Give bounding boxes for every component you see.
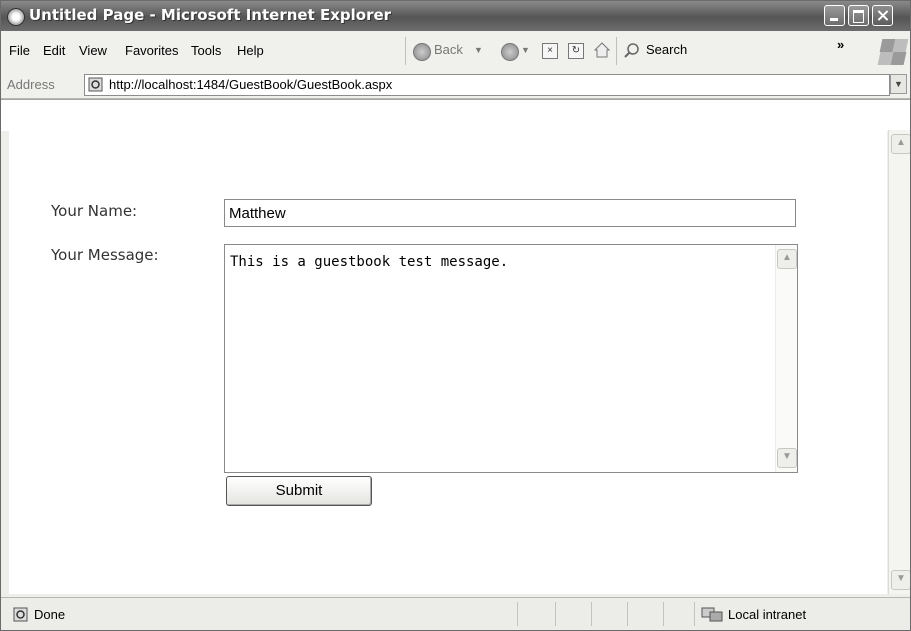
search-label: Search (646, 42, 688, 57)
close-button[interactable] (872, 5, 893, 26)
name-input[interactable]: Matthew (224, 199, 796, 227)
message-text: This is a guestbook test message. (230, 254, 509, 270)
window-title: Untitled Page - Microsoft Internet Explo… (29, 6, 392, 24)
back-dropdown-icon: ▼ (474, 45, 483, 55)
status-bar: Done Local intranet (1, 597, 910, 630)
toolbar-overflow-button[interactable]: » (837, 37, 844, 52)
page-done-icon (13, 607, 28, 622)
menu-bar: File Edit View Favorites Tools Help Back… (1, 31, 910, 72)
refresh-icon[interactable]: ↻ (568, 43, 584, 59)
page-top-strip (1, 99, 910, 131)
submit-button[interactable]: Submit (226, 476, 372, 506)
address-dropdown-icon[interactable]: ▼ (890, 74, 907, 94)
scroll-up-icon[interactable]: ▲ (777, 249, 797, 269)
menu-view[interactable]: View (79, 43, 107, 58)
browser-window: Untitled Page - Microsoft Internet Explo… (0, 0, 911, 631)
forward-dropdown-icon[interactable]: ▼ (521, 45, 530, 55)
back-label: Back (434, 42, 463, 57)
menu-help[interactable]: Help (237, 43, 264, 58)
search-icon (623, 42, 641, 60)
maximize-button[interactable] (848, 5, 869, 26)
status-divider (627, 602, 628, 626)
home-icon[interactable] (593, 42, 611, 58)
status-divider (694, 602, 695, 626)
toolbar-separator (405, 37, 406, 65)
message-textarea[interactable]: This is a guestbook test message. ▲ ▼ (224, 244, 798, 473)
status-divider (517, 602, 518, 626)
toolbar-separator (616, 37, 617, 65)
intranet-zone-icon (701, 606, 723, 623)
scroll-down-icon[interactable]: ▼ (891, 570, 910, 590)
scroll-up-icon[interactable]: ▲ (891, 134, 910, 154)
back-arrow-icon (413, 43, 431, 61)
message-scrollbar[interactable]: ▲ ▼ (775, 245, 797, 472)
stop-icon[interactable]: × (542, 43, 558, 59)
ie-icon (7, 8, 25, 26)
name-label: Your Name: (51, 202, 138, 220)
menu-file[interactable]: File (9, 43, 30, 58)
message-label: Your Message: (51, 246, 159, 264)
page-content: Your Name: Matthew Your Message: This is… (9, 130, 887, 594)
windows-logo-icon (873, 35, 909, 67)
status-divider (663, 602, 664, 626)
address-input[interactable]: http://localhost:1484/GuestBook/GuestBoo… (84, 74, 890, 96)
menu-edit[interactable]: Edit (43, 43, 65, 58)
page-icon (88, 77, 103, 92)
status-divider (555, 602, 556, 626)
minimize-button[interactable] (824, 5, 845, 26)
page-scrollbar[interactable]: ▲ ▼ (888, 130, 910, 594)
status-text: Done (34, 607, 66, 622)
status-divider (591, 602, 592, 626)
menu-tools[interactable]: Tools (191, 43, 221, 58)
zone-text: Local intranet (728, 607, 807, 622)
address-label: Address (7, 77, 55, 92)
forward-button[interactable] (501, 43, 519, 61)
title-bar: Untitled Page - Microsoft Internet Explo… (1, 1, 910, 31)
scroll-down-icon[interactable]: ▼ (777, 448, 797, 468)
menu-favorites[interactable]: Favorites (125, 43, 178, 58)
address-url: http://localhost:1484/GuestBook/GuestBoo… (109, 77, 393, 92)
address-bar: Address http://localhost:1484/GuestBook/… (1, 71, 910, 99)
